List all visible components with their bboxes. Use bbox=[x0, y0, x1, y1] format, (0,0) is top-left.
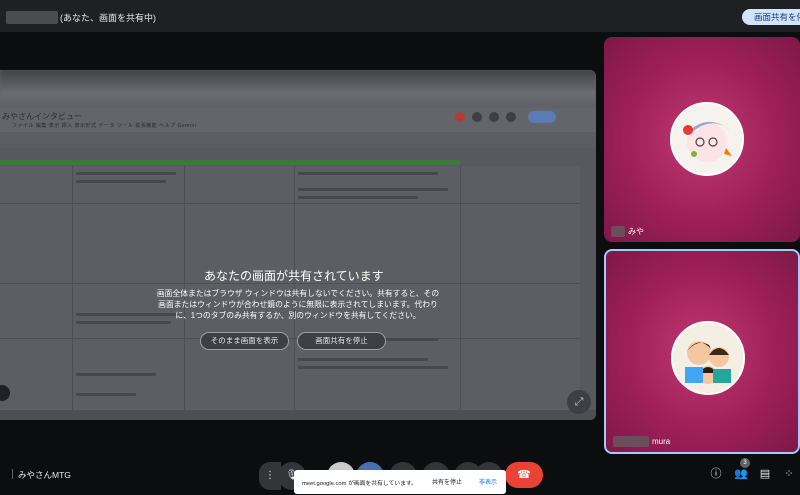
sharing-warning-title: あなたの画面が共有されています bbox=[204, 269, 384, 283]
spreadsheet-preview: みやさんインタビュー ファイル 編集 表示 挿入 表示形式 データ ツール 拡張… bbox=[0, 108, 596, 420]
cell-text bbox=[298, 358, 428, 361]
info-icon[interactable]: ⓘ bbox=[708, 466, 724, 482]
cell-text bbox=[298, 172, 438, 175]
cell-text bbox=[298, 188, 448, 191]
stop-sharing-button[interactable]: 画面共有を停止 bbox=[297, 332, 386, 350]
end-call-icon[interactable]: ☎ bbox=[505, 462, 543, 488]
comment-icon bbox=[489, 112, 499, 122]
cell-text bbox=[76, 321, 171, 324]
avatar bbox=[671, 321, 745, 395]
participant-tile-active[interactable]: mura bbox=[604, 249, 800, 454]
cell-text bbox=[76, 373, 156, 376]
people-icon[interactable]: 👥 bbox=[733, 466, 749, 482]
cell-text bbox=[298, 196, 418, 199]
notice-stop-sharing-button[interactable]: 共有を停止 bbox=[432, 477, 462, 486]
cell-text bbox=[76, 172, 176, 175]
sharing-warning-description: 画面全体またはブラウザ ウィンドウは共有しないでください。共有すると、その画面ま… bbox=[156, 289, 440, 320]
avatar bbox=[670, 102, 744, 176]
chat-icon[interactable]: ▤ bbox=[757, 466, 773, 482]
avatar-illustration bbox=[683, 121, 732, 162]
notice-message: meet.google.com が画面を共有しています。 bbox=[302, 481, 417, 487]
spreadsheet-toolbar bbox=[0, 132, 596, 148]
participant-name: みや bbox=[611, 226, 644, 237]
shared-screen-preview: みやさんインタビュー ファイル 編集 表示 挿入 表示形式 データ ツール 拡張… bbox=[0, 70, 596, 420]
sharing-status-label: (あなた、画面を共有中) bbox=[60, 13, 156, 23]
video-icon bbox=[506, 112, 516, 122]
show-screen-anyway-button[interactable]: そのまま画面を表示 bbox=[200, 332, 289, 350]
redacted-name bbox=[6, 11, 58, 24]
notice-hide-button[interactable]: 非表示 bbox=[479, 477, 497, 486]
people-count-badge: 3 bbox=[740, 458, 750, 468]
cell-text bbox=[298, 366, 448, 369]
cell-text bbox=[76, 393, 136, 396]
record-icon bbox=[455, 112, 465, 122]
participant-name: mura bbox=[613, 436, 670, 447]
meeting-title: みやさんMTG bbox=[12, 469, 71, 481]
spreadsheet-title: みやさんインタビュー bbox=[2, 112, 82, 121]
screen-share-notice: meet.google.com が画面を共有しています。 共有を停止 非表示 bbox=[294, 470, 506, 494]
share-chip bbox=[528, 111, 556, 123]
sheet-tabs bbox=[0, 410, 596, 420]
activities-icon[interactable]: ⁘ bbox=[781, 466, 797, 482]
participant-tile[interactable]: みや bbox=[604, 37, 800, 242]
top-bar: (あなた、画面を共有中) 画面共有を停止 bbox=[0, 0, 800, 32]
fullscreen-icon[interactable]: ⤢ bbox=[567, 390, 591, 414]
stop-sharing-top-button[interactable]: 画面共有を停止 bbox=[742, 9, 800, 25]
avatar-illustration bbox=[685, 341, 731, 384]
history-icon bbox=[472, 112, 482, 122]
spreadsheet-header: みやさんインタビュー ファイル 編集 表示 挿入 表示形式 データ ツール 拡張… bbox=[0, 108, 596, 148]
blurred-browser-chrome bbox=[0, 70, 596, 108]
column-header-row bbox=[0, 160, 460, 165]
cell-text bbox=[76, 180, 166, 183]
spreadsheet-toolbar-icons bbox=[455, 112, 516, 126]
spreadsheet-menu: ファイル 編集 表示 挿入 表示形式 データ ツール 拡張機能 ヘルプ Gemi… bbox=[12, 123, 197, 129]
grid-line bbox=[0, 338, 580, 339]
grid-line bbox=[0, 203, 580, 204]
